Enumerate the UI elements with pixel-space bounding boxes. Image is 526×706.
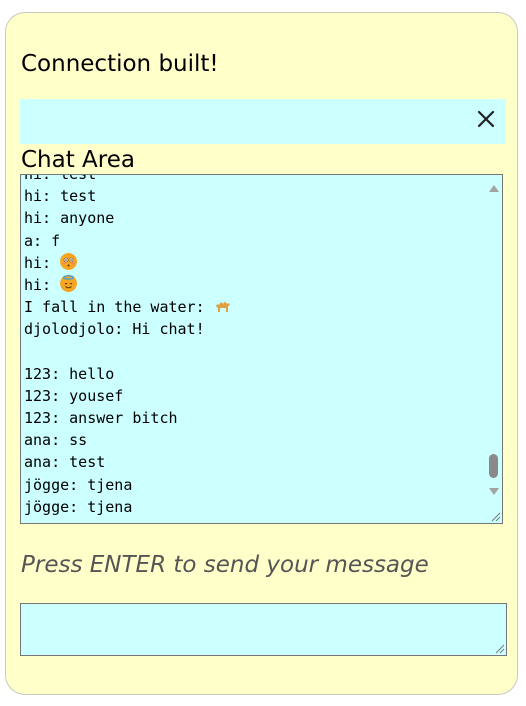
chat-message: a: f: [24, 230, 482, 252]
chat-message-list: hi: test hi: test hi: anyone a: f hi: hi: I …: [24, 174, 482, 518]
chat-message-text: hi: test: [24, 174, 97, 183]
connection-status: Connection built!: [21, 51, 219, 77]
chat-message-text: 123: answer bitch: [24, 409, 178, 428]
scroll-up-arrow-icon[interactable]: [489, 185, 499, 192]
chat-message-text: ana: ss: [24, 431, 88, 450]
chat-message: ana: ss: [24, 429, 482, 451]
close-icon[interactable]: [474, 107, 498, 131]
flushed-face-emoji: [60, 252, 78, 270]
chat-message: jögge: tjena: [24, 474, 482, 496]
chat-message-text: a: f: [24, 231, 61, 250]
scroll-thumb[interactable]: [489, 454, 498, 478]
resize-grip-icon[interactable]: [489, 510, 501, 522]
chat-message: hi:: [24, 274, 482, 296]
chat-area[interactable]: hi: test hi: test hi: anyone a: f hi: hi: I …: [20, 174, 503, 524]
chat-message-text: jögge: tjena: [24, 475, 133, 494]
chat-message-text: hi:: [24, 253, 61, 272]
chat-message: hi: anyone: [24, 207, 482, 229]
chat-message: hi: test: [24, 185, 482, 207]
chat-message: hi:: [24, 252, 482, 274]
chat-message-text: djolodjolo: Hi chat!: [24, 320, 205, 339]
camel-emoji: [214, 297, 231, 314]
send-instruction: Press ENTER to send your message: [21, 552, 429, 578]
chat-message-text: hi: anyone: [24, 209, 115, 228]
chat-message: I fall in the water:: [24, 296, 482, 318]
chat-message-text: ana: test: [24, 453, 106, 472]
chat-message: djolodjolo: Hi chat!: [24, 318, 482, 340]
chat-message-text: I fall in the water:: [24, 298, 214, 317]
chat-scrollbar[interactable]: [485, 175, 502, 523]
chat-message: 123: yousef: [24, 385, 482, 407]
chat-message-text: 123: yousef: [24, 386, 124, 405]
scroll-down-arrow-icon[interactable]: [489, 488, 499, 495]
chat-message: [24, 341, 482, 363]
chat-card: Connection built! Chat Area hi: test hi: …: [5, 12, 518, 695]
resize-grip-icon[interactable]: [493, 642, 505, 654]
chat-message-text: 123: hello: [24, 364, 115, 383]
chat-message: 123: answer bitch: [24, 407, 482, 429]
chat-message-text: jögge: tjena: [24, 497, 133, 516]
chat-message-text: [24, 343, 33, 361]
chat-message: hi: test: [24, 174, 482, 185]
notice-bar: [20, 99, 506, 144]
chat-message-text: hi: test: [24, 187, 97, 206]
message-input[interactable]: [20, 603, 507, 656]
chat-message: 123: hello: [24, 363, 482, 385]
chat-area-label: Chat Area: [21, 147, 135, 173]
chat-message: jögge: tjena: [24, 496, 482, 518]
chat-message-text: hi:: [24, 275, 61, 294]
smiling-face-with-halo-emoji: [60, 274, 78, 292]
chat-message: ana: test: [24, 451, 482, 473]
